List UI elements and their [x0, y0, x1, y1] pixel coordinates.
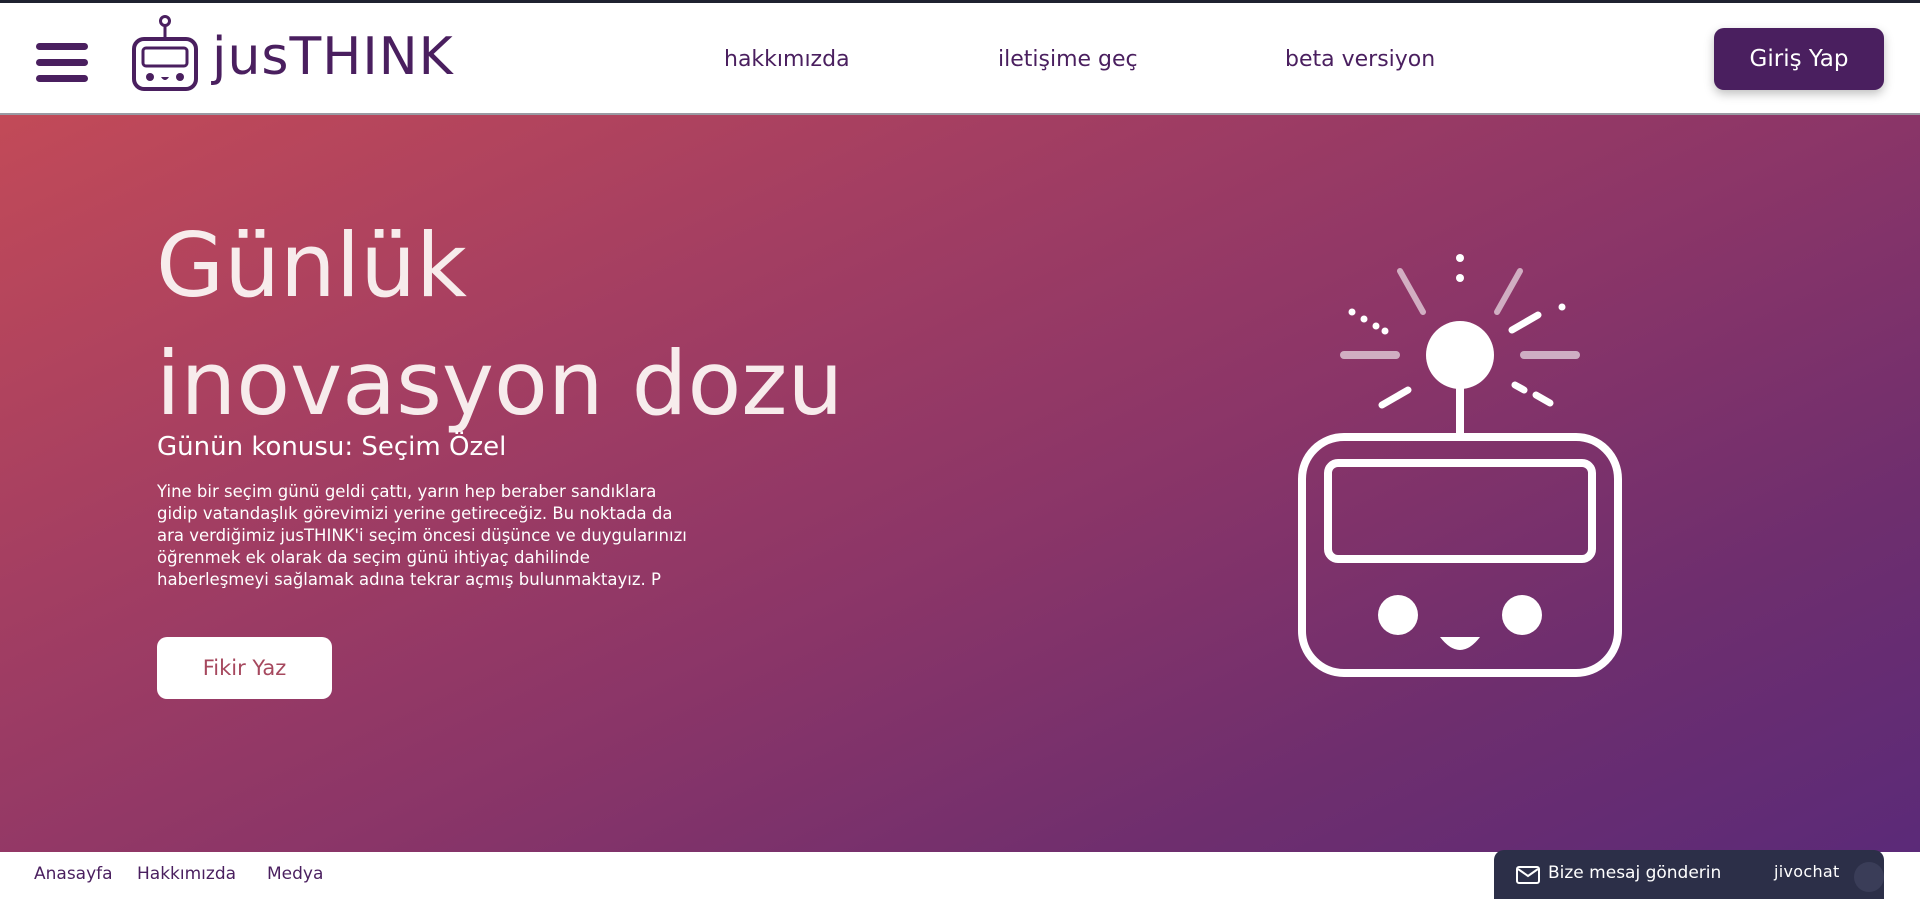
menu-icon[interactable] [36, 43, 88, 83]
menu-bar [36, 43, 88, 50]
nav-beta-versiyon[interactable]: beta versiyon [1285, 45, 1435, 75]
write-idea-button[interactable]: Fikir Yaz [157, 637, 332, 699]
chat-avatar-icon [1854, 862, 1884, 892]
footer-link-anasayfa[interactable]: Anasayfa [34, 864, 113, 884]
chat-widget[interactable]: Bize mesaj gönderin jivochat [1494, 850, 1884, 899]
footer-link-medya[interactable]: Medya [267, 864, 323, 884]
site-header: jusTHINK hakkımızda iletişime geç beta v… [0, 3, 1920, 115]
hero-title: Günlük inovasyon dozu [156, 207, 1056, 443]
nav-iletisime-gec[interactable]: iletişime geç [998, 45, 1138, 75]
login-button[interactable]: Giriş Yap [1714, 28, 1884, 90]
hero-title-line-2: inovasyon dozu [156, 332, 844, 435]
menu-bar [36, 59, 88, 66]
mail-icon [1516, 866, 1540, 884]
hero-section: Günlük inovasyon dozu Günün konusu: Seçi… [0, 115, 1920, 852]
hero-title-line-1: Günlük [156, 214, 467, 317]
hero-subtitle: Günün konusu: Seçim Özel [157, 432, 507, 462]
logo-text[interactable]: jusTHINK [212, 25, 454, 89]
chat-brand: jivochat [1774, 862, 1840, 881]
robot-illustration [1298, 254, 1622, 677]
footer-link-hakkimizda[interactable]: Hakkımızda [137, 864, 236, 884]
menu-bar [36, 75, 88, 82]
nav-hakkimizda[interactable]: hakkımızda [724, 45, 850, 75]
chat-label: Bize mesaj gönderin [1548, 863, 1722, 883]
robot-logo-icon[interactable] [130, 15, 200, 95]
hero-body: Yine bir seçim günü geldi çattı, yarın h… [157, 482, 687, 589]
